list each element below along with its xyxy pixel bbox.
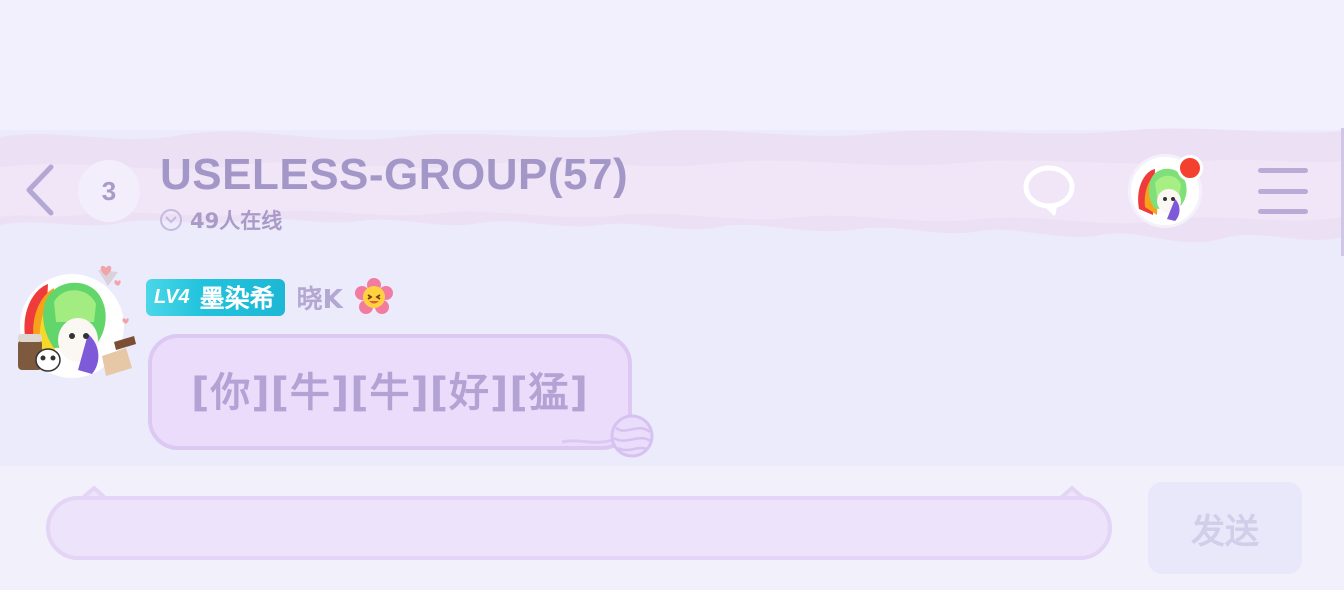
notification-dot [1177, 155, 1203, 181]
speech-bubble-icon [1023, 165, 1075, 216]
group-title[interactable]: USELESS-GROUP(57) [160, 150, 628, 200]
message-text: [你][牛][牛][好][猛] [191, 370, 589, 416]
sender-name[interactable]: 晓K [297, 279, 343, 316]
online-status[interactable]: 49人在线 [160, 205, 282, 235]
hamburger-menu-icon [1258, 168, 1308, 173]
message-input-field[interactable] [46, 496, 1112, 560]
menu-button[interactable] [1258, 168, 1308, 214]
online-count-text: 49人在线 [190, 209, 283, 233]
member-level-tag: LV4 墨染希 [146, 278, 285, 316]
back-button[interactable] [20, 160, 60, 220]
avatar-image [18, 265, 136, 378]
send-button[interactable]: 发送 [1148, 482, 1302, 574]
menu-line [1258, 188, 1308, 194]
flower-emoji-icon [354, 278, 393, 314]
chat-button[interactable] [1020, 162, 1080, 218]
yarn-ball-icon [561, 414, 654, 458]
chevron-down-circle-icon [160, 209, 182, 231]
unread-count-badge[interactable]: 3 [78, 160, 140, 222]
chevron-left-icon [26, 164, 54, 216]
message-input[interactable] [50, 500, 1108, 556]
level-label: LV4 [154, 285, 190, 308]
top-blank-area [0, 0, 1344, 130]
sender-avatar[interactable] [14, 264, 140, 384]
member-title: 墨染希 [199, 284, 275, 313]
menu-line [1258, 209, 1308, 214]
message-meta: LV4 墨染希 晓K [146, 278, 393, 316]
